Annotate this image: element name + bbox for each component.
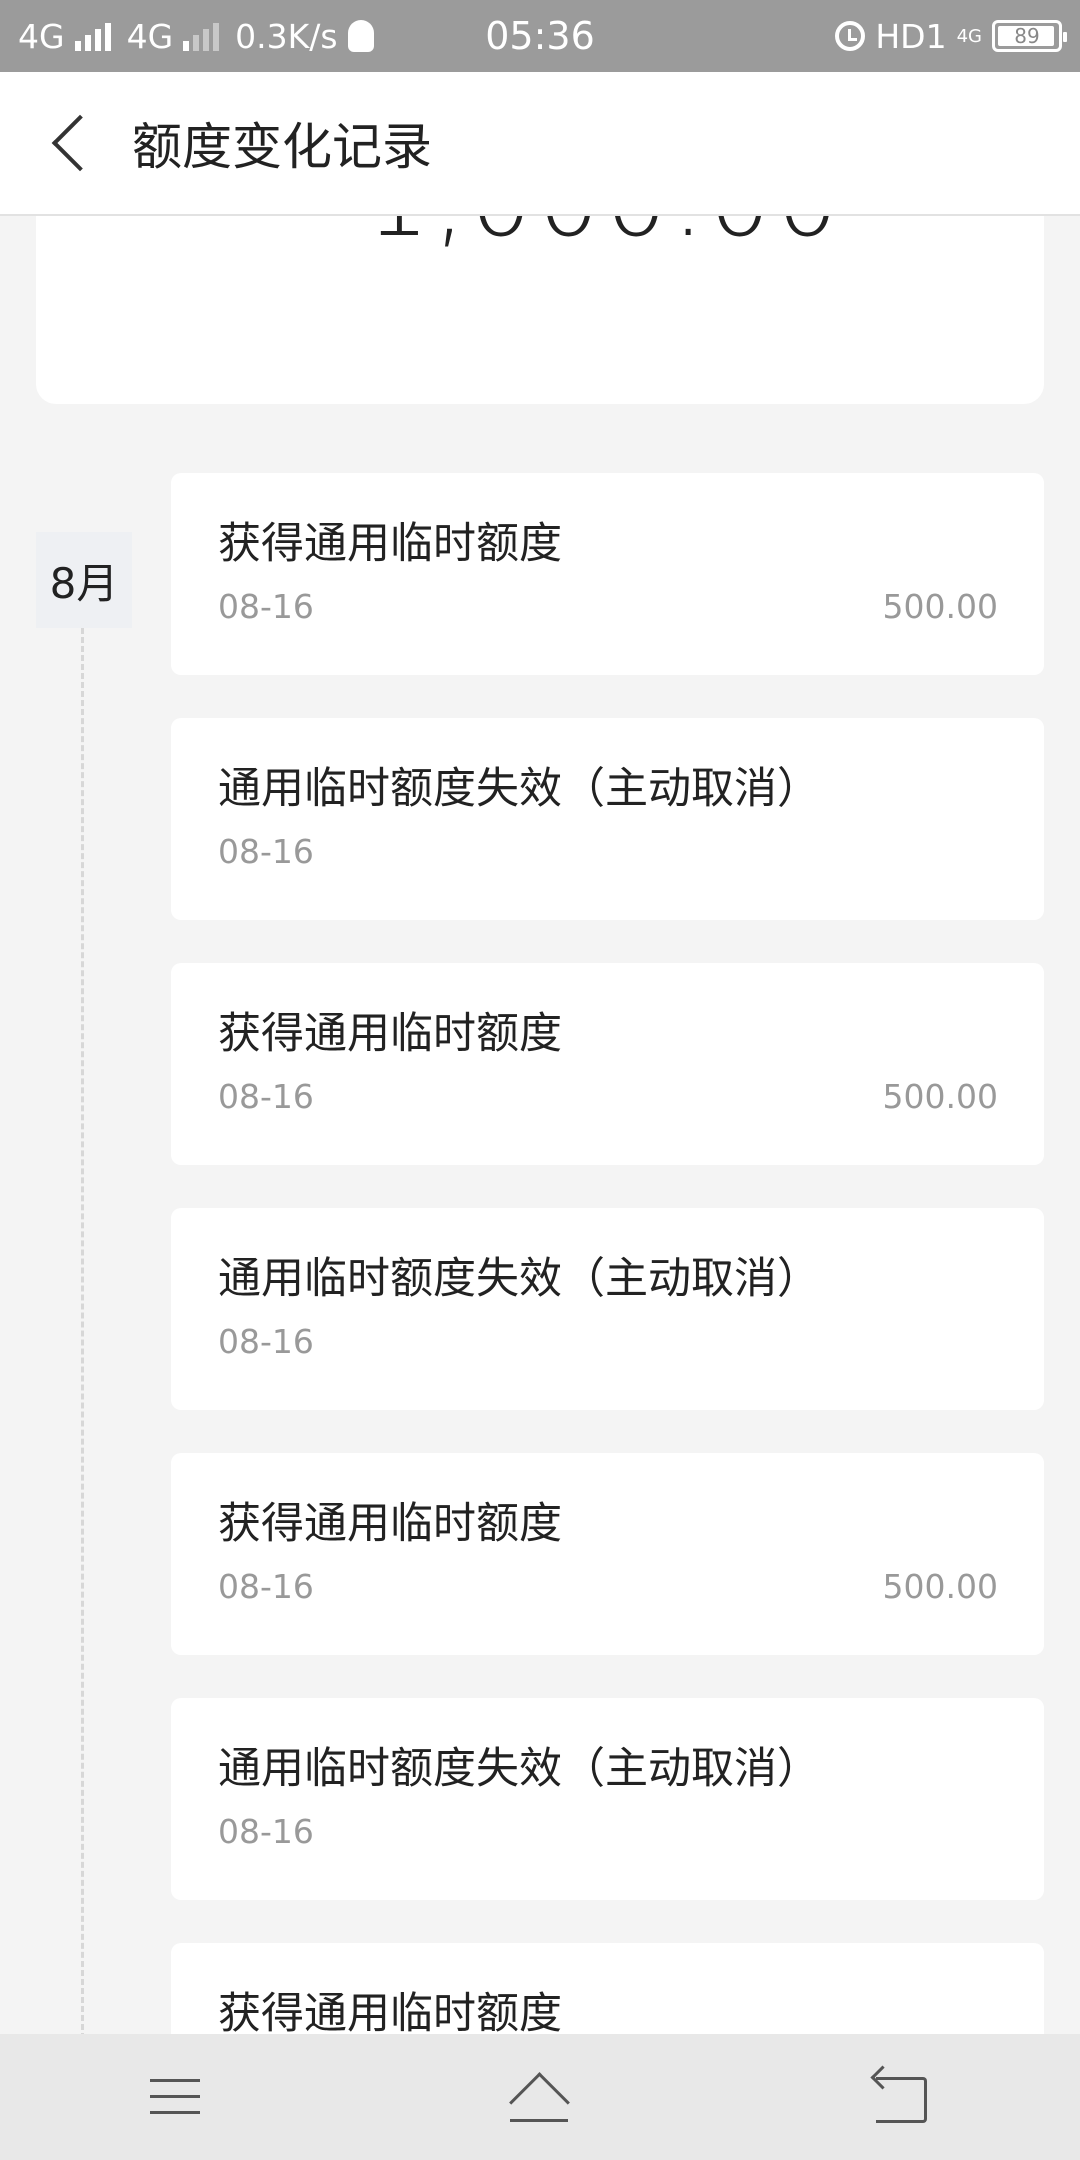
back-button[interactable] (42, 113, 102, 173)
record-date: 08-16 (218, 1077, 314, 1116)
home-icon[interactable] (500, 2067, 580, 2127)
record-card[interactable]: 获得通用临时额度 (171, 1943, 1044, 2034)
page-title: 额度变化记录 (132, 118, 432, 176)
record-title: 获得通用临时额度 (218, 1009, 562, 1059)
battery-level: 89 (1014, 24, 1040, 48)
battery-icon: 89 (992, 20, 1067, 52)
network-speed: 0.3K/s (235, 16, 338, 56)
record-card[interactable]: 通用临时额度失效（主动取消） 08-16 (171, 1208, 1044, 1410)
record-card[interactable]: 获得通用临时额度 08-16 500.00 (171, 1453, 1044, 1655)
summary-card: 1,000.00 (36, 216, 1044, 404)
signal-icon-2 (183, 21, 220, 51)
record-amount: 500.00 (882, 1077, 998, 1116)
record-date: 08-16 (218, 1567, 314, 1606)
record-title: 通用临时额度失效（主动取消） (218, 1744, 820, 1794)
record-title: 获得通用临时额度 (218, 519, 562, 569)
status-left: 4G 4G 0.3K/s (18, 17, 374, 56)
network-type-1: 4G (18, 16, 65, 56)
timeline-line (81, 628, 84, 2034)
record-card[interactable]: 获得通用临时额度 08-16 500.00 (171, 963, 1044, 1165)
qq-icon (347, 20, 374, 52)
return-icon[interactable] (860, 2067, 940, 2127)
signal-icon (74, 21, 111, 51)
status-bar: 4G 4G 0.3K/s 05:36 HD1 4G 89 (0, 0, 1080, 72)
menu-icon[interactable] (140, 2067, 220, 2127)
record-date: 08-16 (218, 1812, 314, 1851)
record-card[interactable]: 通用临时额度失效（主动取消） 08-16 (171, 1698, 1044, 1900)
record-amount: 500.00 (882, 587, 998, 626)
record-card[interactable]: 获得通用临时额度 08-16 500.00 (171, 473, 1044, 675)
network-small: 4G (956, 25, 982, 47)
hd-indicator: HD1 (875, 16, 947, 56)
record-title: 通用临时额度失效（主动取消） (218, 1254, 820, 1304)
record-amount: 500.00 (882, 1567, 998, 1606)
record-title: 通用临时额度失效（主动取消） (218, 764, 820, 814)
record-title: 获得通用临时额度 (218, 1499, 562, 1549)
record-title: 获得通用临时额度 (218, 1989, 562, 2034)
record-date: 08-16 (218, 832, 314, 871)
record-card[interactable]: 通用临时额度失效（主动取消） 08-16 (171, 718, 1044, 920)
status-right: HD1 4G 89 (835, 16, 1067, 56)
system-nav-bar (0, 2034, 1080, 2160)
network-type-2: 4G (126, 16, 174, 56)
record-date: 08-16 (218, 1322, 314, 1361)
month-label: 8月 (36, 532, 132, 628)
content-scroll[interactable]: 1,000.00 8月 获得通用临时额度 08-16 500.00 通用临时额度… (0, 216, 1080, 2034)
record-date: 08-16 (218, 587, 314, 626)
summary-amount: 1,000.00 (366, 216, 843, 259)
app-header: 额度变化记录 (0, 72, 1080, 216)
alarm-icon (835, 21, 866, 51)
